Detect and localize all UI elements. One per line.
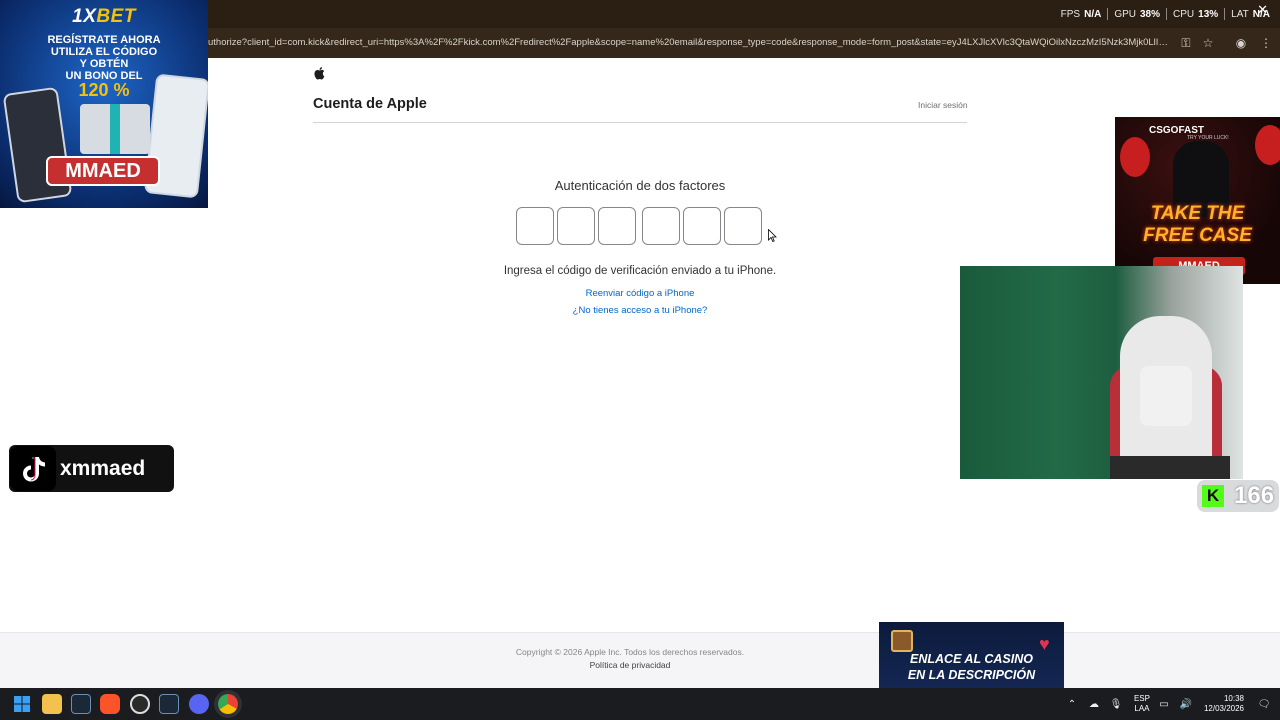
casino-line-2: EN LA DESCRIPCIÓN: [907, 668, 1036, 682]
lat-label: LAT: [1231, 8, 1249, 20]
windows-taskbar: ⌃ ☁ 🎙 ESP LAA ▭ 🔊 10:38 12/03/2026 🗨: [0, 688, 1280, 720]
tiktok-icon: [10, 446, 56, 491]
microphone-icon[interactable]: 🎙: [1108, 699, 1124, 710]
code-digit-6[interactable]: [724, 207, 762, 245]
discord-icon[interactable]: [189, 694, 209, 714]
lantern-icon: [1120, 137, 1150, 177]
brave-icon[interactable]: [100, 694, 120, 714]
copyright-text: Copyright © 2026 Apple Inc. Todos los de…: [515, 647, 745, 657]
system-tray: ⌃ ☁ 🎙 ESP LAA ▭ 🔊 10:38 12/03/2026 🗨: [1058, 688, 1280, 720]
kick-viewer-counter: K 166: [1197, 480, 1279, 512]
page-footer: Copyright © 2026 Apple Inc. Todos los de…: [0, 632, 1280, 688]
code-digit-5[interactable]: [683, 207, 721, 245]
close-icon[interactable]: ✕: [1257, 2, 1268, 18]
code-digit-4[interactable]: [642, 207, 680, 245]
fps-label: FPS: [1060, 8, 1081, 20]
treasure-chest-icon: [891, 630, 913, 652]
casino-line-1: ENLACE AL CASINO: [910, 652, 1033, 666]
apple-logo-icon[interactable]: [313, 66, 325, 80]
notification-icon[interactable]: 🗨: [1256, 699, 1272, 710]
header-divider: [313, 122, 967, 123]
key-icon[interactable]: ⚿: [1178, 35, 1194, 51]
gpu-value: 38%: [1140, 8, 1161, 20]
kick-icon: K: [1202, 485, 1224, 507]
code-digit-1[interactable]: [516, 207, 554, 245]
network-icon[interactable]: ▭: [1156, 699, 1172, 710]
code-digit-3[interactable]: [598, 207, 636, 245]
volume-icon[interactable]: 🔊: [1178, 699, 1194, 710]
gift-box-icon: [80, 104, 150, 154]
tiktok-handle: xmmaed: [60, 456, 146, 480]
bet-advertisement: 1XBET REGÍSTRATE AHORA UTILIZA EL CÓDIGO…: [0, 0, 208, 208]
csgofast-advertisement: CSGOFAST TRY YOUR LUCK! TAKE THE FREE CA…: [1115, 117, 1280, 284]
performance-overlay: FPS N/A GPU 38% CPU 13% LAT N/A: [1061, 0, 1270, 28]
cpu-value: 13%: [1198, 8, 1219, 20]
csgofast-headline: TAKE THE FREE CASE: [1143, 203, 1252, 246]
mouse-cursor-icon: [768, 229, 777, 242]
profile-icon[interactable]: ◉: [1233, 35, 1249, 51]
lantern-icon: [1255, 125, 1280, 165]
desk-image: [1110, 456, 1230, 479]
bet-line-3: Y OBTÉN: [79, 58, 129, 70]
chevron-up-icon[interactable]: ⌃: [1064, 699, 1080, 710]
star-icon[interactable]: ☆: [1200, 35, 1216, 51]
bet-logo: 1XBET: [72, 6, 136, 27]
csgofast-tagline: TRY YOUR LUCK!: [1187, 135, 1229, 141]
cloud-icon[interactable]: ☁: [1086, 699, 1102, 710]
time-text: 10:38: [1223, 694, 1244, 703]
gaming-chair-image: [1140, 366, 1192, 426]
steam-icon[interactable]: [71, 694, 91, 714]
menu-icon[interactable]: ⋮: [1258, 35, 1274, 51]
windows-start-icon[interactable]: [12, 694, 32, 714]
clock[interactable]: 10:38 12/03/2026: [1204, 694, 1244, 714]
privacy-policy-link[interactable]: Política de privacidad: [0, 660, 1260, 670]
date-text: 12/03/2026: [1203, 704, 1244, 713]
bet-line-1: REGÍSTRATE AHORA: [47, 34, 161, 46]
page-title: Cuenta de Apple: [313, 96, 427, 112]
tiktok-badge: xmmaed: [9, 445, 174, 492]
file-explorer-icon[interactable]: [42, 694, 62, 714]
bet-promo-code: MMAED: [46, 156, 160, 186]
cpu-label: CPU: [1173, 8, 1195, 20]
steam-icon[interactable]: [159, 694, 179, 714]
viewer-count: 166: [1234, 482, 1275, 509]
fps-value: N/A: [1084, 8, 1102, 20]
url-text[interactable]: uthorize?client_id=com.kick&redirect_uri…: [208, 28, 1170, 58]
code-digit-2[interactable]: [557, 207, 595, 245]
signin-link[interactable]: Iniciar sesión: [918, 100, 968, 110]
bet-line-2: UTILIZA EL CÓDIGO: [50, 46, 158, 58]
gpu-label: GPU: [1114, 8, 1136, 20]
language-indicator[interactable]: ESP LAA: [1134, 694, 1150, 714]
app-icon[interactable]: [130, 694, 150, 714]
webcam-feed: [960, 266, 1243, 479]
chrome-icon[interactable]: [218, 694, 238, 714]
